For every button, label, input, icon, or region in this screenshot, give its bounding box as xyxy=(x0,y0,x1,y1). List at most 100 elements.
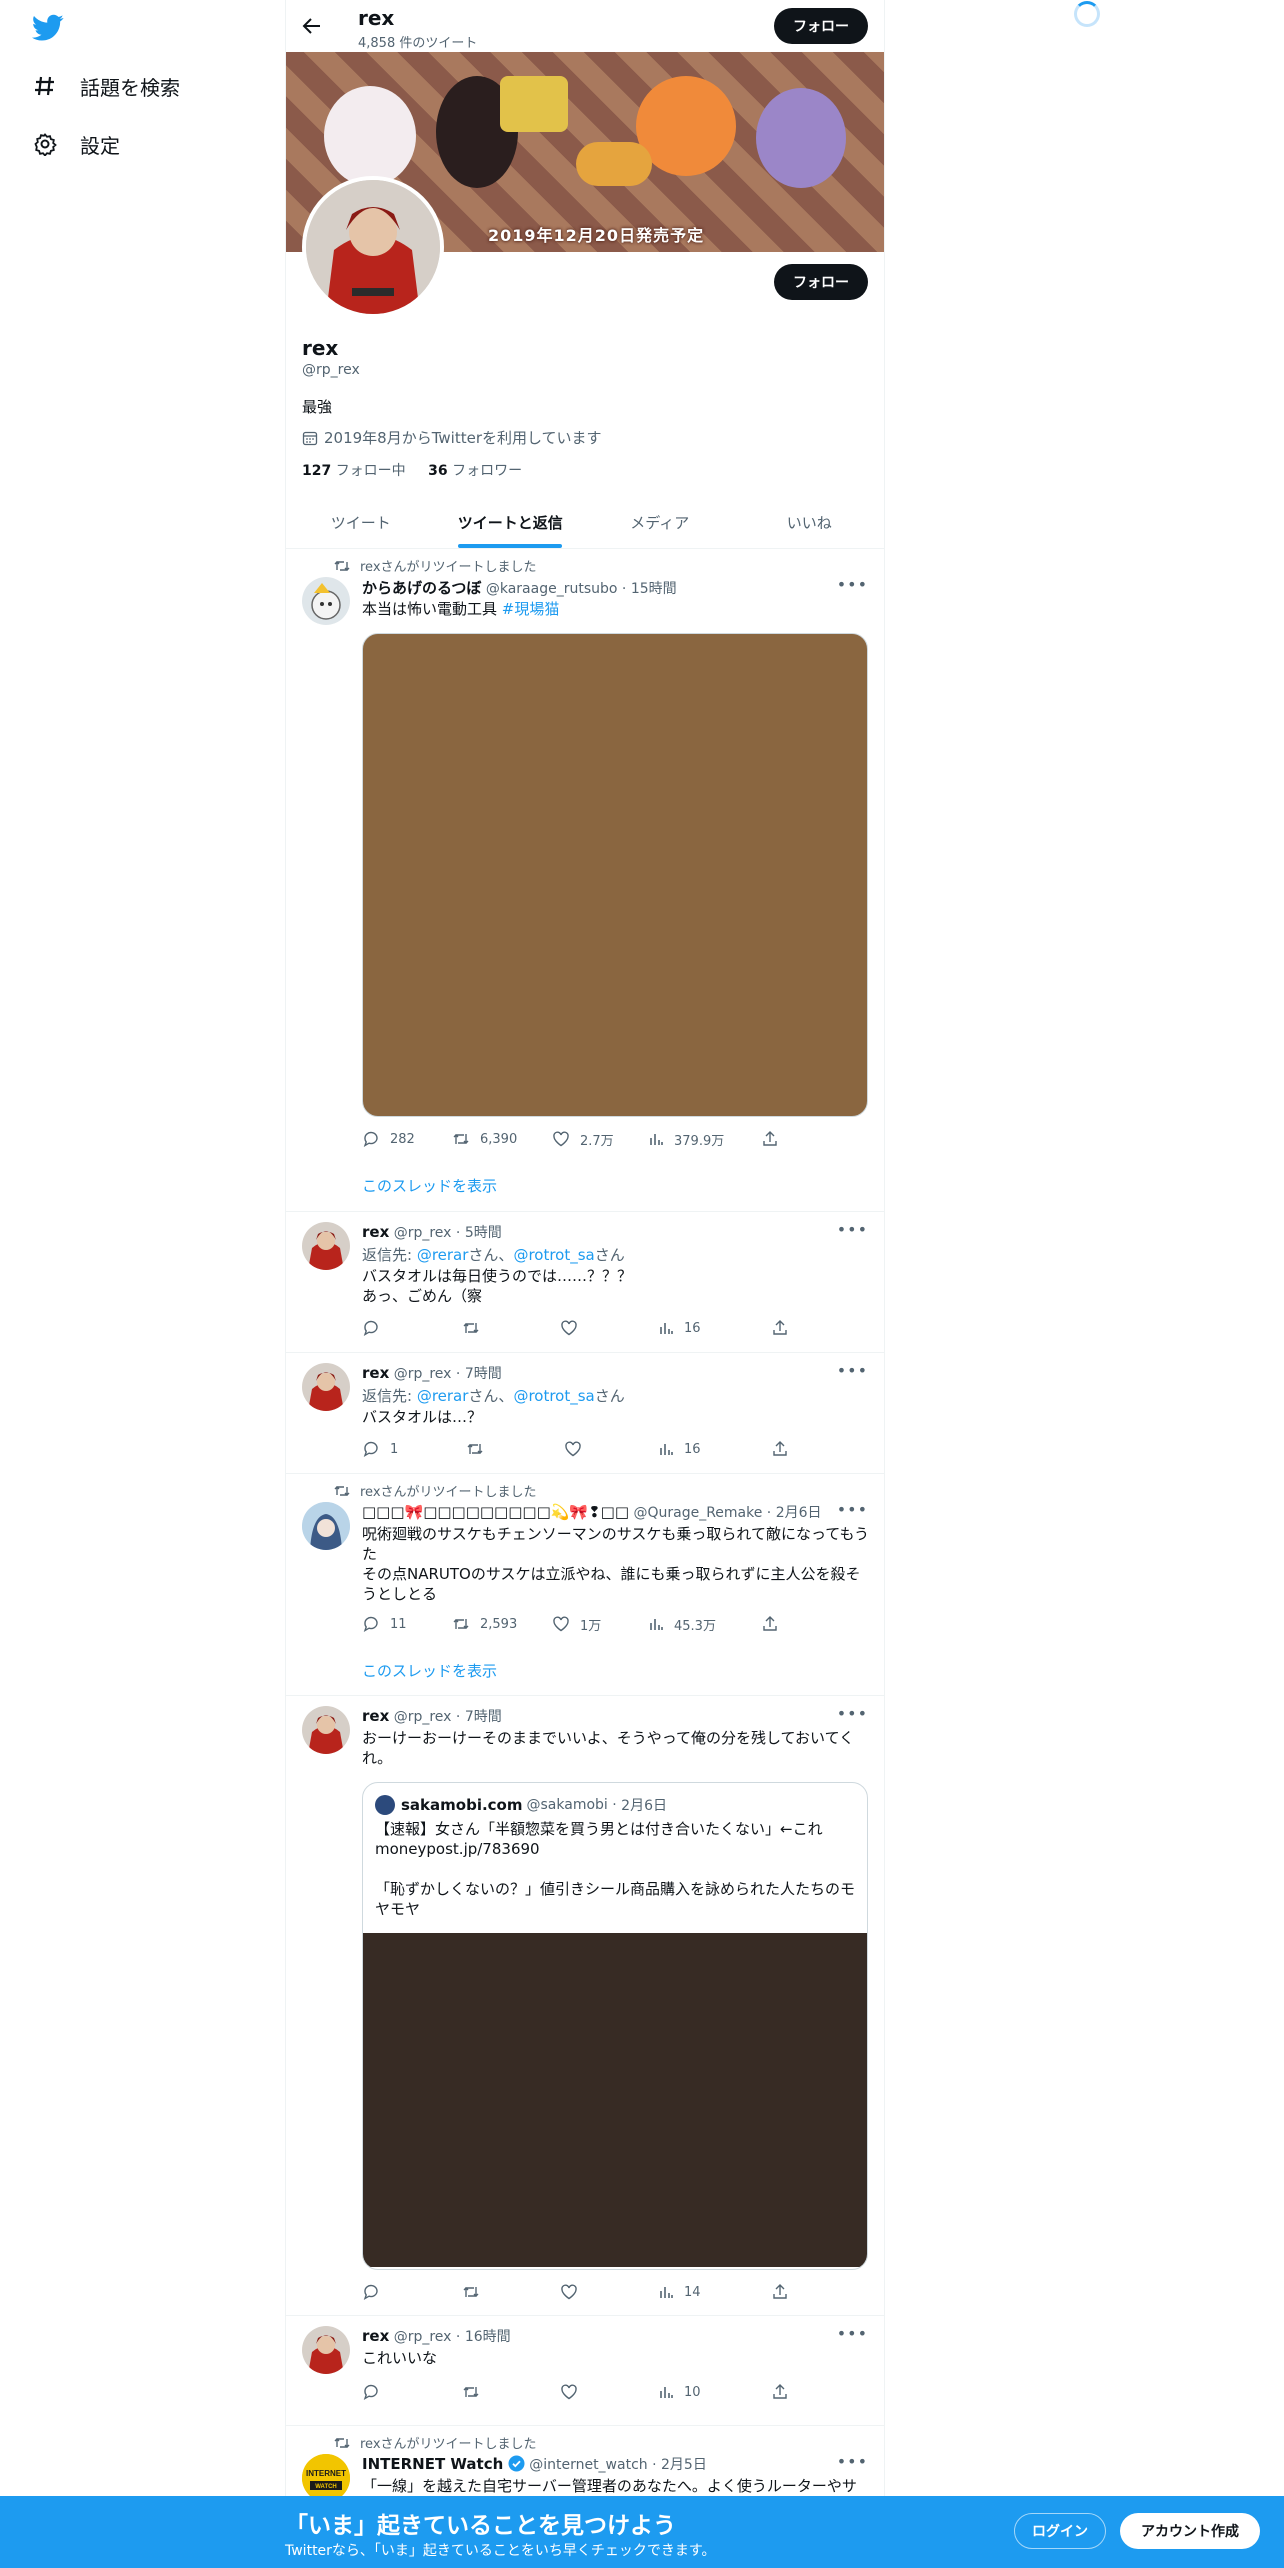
show-thread-link[interactable]: このスレッドを表示 xyxy=(362,1175,497,1196)
tweet-author-handle[interactable]: @Qurage_Remake xyxy=(633,1505,762,1521)
views-button[interactable]: 379.9万 xyxy=(648,1130,762,1149)
quoted-tweet[interactable]: sakamobi.com @sakamobi · 2月6日 【速報】女さん「半額… xyxy=(362,1782,868,2270)
retweet-button[interactable] xyxy=(462,1320,560,1336)
twitter-logo-icon[interactable] xyxy=(32,14,64,42)
reply-button[interactable] xyxy=(362,2283,462,2301)
nav-explore[interactable]: 話題を検索 xyxy=(32,66,180,106)
reply-button[interactable] xyxy=(362,1319,462,1337)
profile-avatar[interactable] xyxy=(302,176,444,318)
show-thread-link[interactable]: このスレッドを表示 xyxy=(362,1660,497,1681)
nav-settings[interactable]: 設定 xyxy=(32,124,120,164)
retweet-button[interactable]: 6,390 xyxy=(452,1131,552,1147)
more-options-icon[interactable]: ••• xyxy=(837,1361,868,1380)
tweet-author-name[interactable]: rex xyxy=(362,2327,389,2345)
tab-media[interactable]: メディア xyxy=(585,496,735,548)
tweet-item[interactable]: rex @rp_rex · 7時間 ••• おーけーおーけーそのままでいいよ、そ… xyxy=(286,1696,884,2316)
tweet-author-handle[interactable]: @rp_rex xyxy=(394,1225,452,1241)
tweet-item[interactable]: rexさんがリツイートしました □□□🎀□□□□□□□□□💫🎀❢□□ @Qura… xyxy=(286,1474,884,1696)
mention-link[interactable]: @rotrot_sa xyxy=(513,1246,594,1264)
tweet-author-name[interactable]: □□□🎀□□□□□□□□□💫🎀❢□□ xyxy=(362,1503,629,1521)
views-button[interactable]: 14 xyxy=(658,2284,772,2300)
reply-button[interactable] xyxy=(362,2383,462,2401)
more-options-icon[interactable]: ••• xyxy=(837,1220,868,1239)
tweet-author-handle[interactable]: @rp_rex xyxy=(394,1366,452,1382)
tweet-author-handle[interactable]: @internet_watch xyxy=(529,2457,647,2473)
avatar[interactable] xyxy=(302,1363,350,1411)
verified-badge-icon xyxy=(508,2455,525,2476)
more-options-icon[interactable]: ••• xyxy=(837,2452,868,2471)
like-button[interactable] xyxy=(564,1441,658,1457)
header-follow-button[interactable]: フォロー xyxy=(774,8,868,44)
mention-link[interactable]: @rerar xyxy=(417,1246,469,1264)
share-button[interactable] xyxy=(772,2384,798,2400)
share-button[interactable] xyxy=(762,1131,788,1147)
more-options-icon[interactable]: ••• xyxy=(837,1704,868,1723)
avatar[interactable] xyxy=(302,1502,350,1550)
login-button[interactable]: ログイン xyxy=(1014,2513,1106,2549)
more-options-icon[interactable]: ••• xyxy=(837,1500,868,1519)
reply-button[interactable]: 11 xyxy=(362,1615,452,1633)
view-count: 14 xyxy=(684,2284,701,2300)
signup-button[interactable]: アカウント作成 xyxy=(1120,2513,1260,2549)
tweet-item[interactable]: rex @rp_rex · 5時間 ••• 返信先: @rerarさん、@rot… xyxy=(286,1212,884,1353)
avatar[interactable] xyxy=(302,1222,350,1270)
like-button[interactable]: 2.7万 xyxy=(552,1130,648,1149)
views-button[interactable]: 16 xyxy=(658,1320,772,1336)
profile-follow-button[interactable]: フォロー xyxy=(774,264,868,300)
tweet-text: バスタオルは…？ xyxy=(362,1408,483,1426)
tweet-time[interactable]: 2月5日 xyxy=(661,2457,707,2473)
tweet-time[interactable]: 16時間 xyxy=(465,2329,511,2345)
like-button[interactable] xyxy=(560,1320,658,1336)
mention-link[interactable]: @rerar xyxy=(417,1387,469,1405)
avatar[interactable]: INTERNET WATCH xyxy=(302,2454,350,2502)
like-button[interactable] xyxy=(560,2384,658,2400)
tab-likes[interactable]: いいね xyxy=(735,496,885,548)
tweet-time[interactable]: 2月6日 xyxy=(776,1505,822,1521)
retweet-button[interactable] xyxy=(462,2284,560,2300)
tweet-author-name[interactable]: からあげのるつぼ xyxy=(362,579,481,597)
following-link[interactable]: 127 フォロー中 xyxy=(302,463,406,479)
avatar[interactable] xyxy=(302,1706,350,1754)
like-button[interactable] xyxy=(560,2284,658,2300)
views-button[interactable]: 10 xyxy=(658,2384,772,2400)
tweet-author-handle[interactable]: @rp_rex xyxy=(394,2329,452,2345)
tweet-author-name[interactable]: rex xyxy=(362,1223,389,1241)
tweet-author-name[interactable]: rex xyxy=(362,1364,389,1382)
share-button[interactable] xyxy=(772,2284,798,2300)
quoted-media-image[interactable] xyxy=(363,1933,867,2267)
tweet-item[interactable]: rexさんがリツイートしました からあげのるつぼ @karaage_rutsub… xyxy=(286,549,884,1212)
back-arrow-icon[interactable] xyxy=(300,14,324,38)
retweet-button[interactable]: 2,593 xyxy=(452,1616,552,1632)
retweet-button[interactable] xyxy=(466,1441,564,1457)
tweet-author-name[interactable]: rex xyxy=(362,1707,389,1725)
share-button[interactable] xyxy=(772,1441,798,1457)
avatar[interactable] xyxy=(302,577,350,625)
reply-button[interactable]: 282 xyxy=(362,1130,452,1148)
share-button[interactable] xyxy=(772,1320,798,1336)
share-button[interactable] xyxy=(762,1616,788,1632)
tweet-time[interactable]: 5時間 xyxy=(465,1225,502,1241)
followers-link[interactable]: 36 フォロワー xyxy=(428,463,522,479)
more-options-icon[interactable]: ••• xyxy=(837,575,868,594)
views-button[interactable]: 45.3万 xyxy=(648,1615,762,1634)
tab-tweets-and-replies[interactable]: ツイートと返信 xyxy=(436,496,586,548)
tab-tweets[interactable]: ツイート xyxy=(286,496,436,548)
tweet-author-handle[interactable]: @rp_rex xyxy=(394,1709,452,1725)
tweet-item[interactable]: rex @rp_rex · 7時間 ••• 返信先: @rerarさん、@rot… xyxy=(286,1353,884,1474)
reply-button[interactable]: 1 xyxy=(362,1440,466,1458)
hashtag-link[interactable]: #現場猫 xyxy=(502,600,560,618)
tweet-media-image[interactable] xyxy=(362,633,868,1117)
views-button[interactable]: 16 xyxy=(658,1441,772,1457)
nav-explore-label: 話題を検索 xyxy=(80,75,180,100)
more-options-icon[interactable]: ••• xyxy=(837,2324,868,2343)
tweet-time[interactable]: 7時間 xyxy=(465,1366,502,1382)
like-button[interactable]: 1万 xyxy=(552,1615,648,1634)
tweet-author-name[interactable]: INTERNET Watch xyxy=(362,2455,503,2473)
tweet-author-handle[interactable]: @karaage_rutsubo xyxy=(486,581,618,597)
tweet-time[interactable]: 15時間 xyxy=(631,581,677,597)
mention-link[interactable]: @rotrot_sa xyxy=(513,1387,594,1405)
retweet-button[interactable] xyxy=(462,2384,560,2400)
tweet-time[interactable]: 7時間 xyxy=(465,1709,502,1725)
avatar[interactable] xyxy=(302,2326,350,2374)
tweet-item[interactable]: rex @rp_rex · 16時間 ••• これいいな 10 xyxy=(286,2316,884,2426)
